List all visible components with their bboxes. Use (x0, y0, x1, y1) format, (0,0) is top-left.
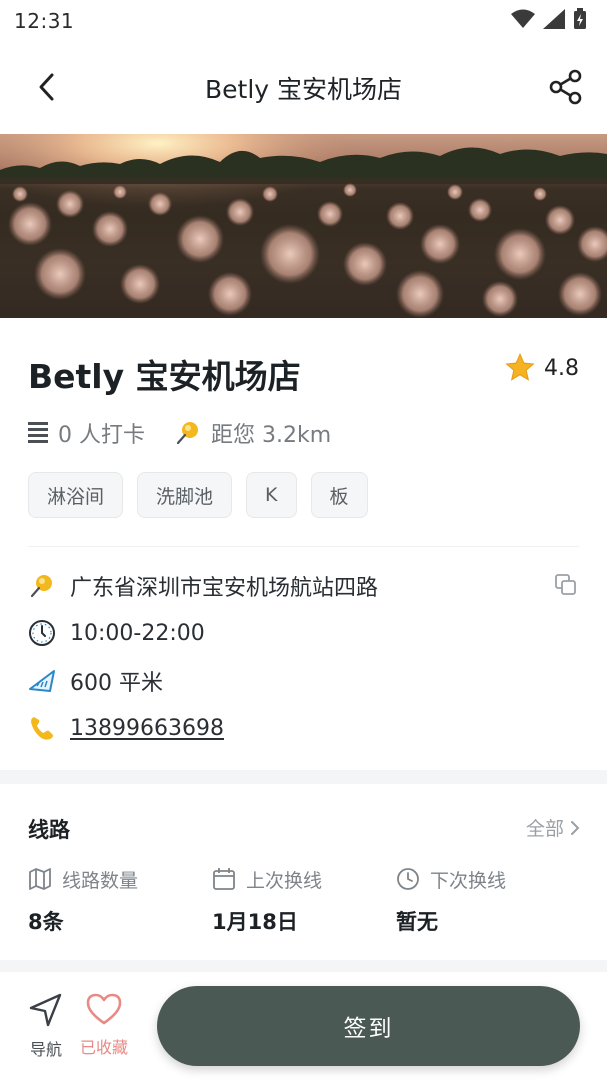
distance: 距您 3.2km (175, 417, 331, 449)
store-info-list: 广东省深圳市宝安机场航站四路 10:00-22:00 600 平米 138996… (28, 562, 580, 752)
route-all-label: 全部 (525, 818, 564, 840)
tag-foot-bath: 洗脚池 (137, 472, 233, 518)
stat-label: 线路数量 (62, 869, 139, 892)
route-section-header: 线路 全部 (28, 812, 580, 846)
nav-bar: Betly 宝安机场店 (0, 42, 607, 134)
stat-last-change: 上次换线 1月18日 (212, 864, 396, 936)
hours-row: 10:00-22:00 (28, 610, 580, 658)
checkin-button[interactable]: 签到 (157, 986, 580, 1066)
copy-address-button[interactable] (552, 571, 580, 599)
chevron-right-icon (571, 820, 580, 835)
route-title: 线路 (28, 818, 70, 842)
wifi-icon (511, 9, 535, 33)
rating-value: 4.8 (544, 355, 579, 381)
chevron-left-icon (39, 73, 54, 101)
phone-icon (28, 714, 56, 742)
heart-icon (86, 993, 122, 1025)
pin-icon (28, 572, 56, 600)
pin-icon (176, 422, 198, 445)
store-hero-image (0, 134, 607, 318)
hours-text: 10:00-22:00 (70, 620, 205, 646)
copy-icon (555, 574, 576, 595)
signal-icon (543, 9, 565, 33)
list-icon (28, 422, 48, 443)
stat-route-count: 线路数量 8条 (28, 864, 212, 936)
clock-icon (28, 619, 56, 647)
navigate-button[interactable]: 导航 (22, 992, 70, 1060)
section-divider (0, 960, 607, 972)
tag-shower: 淋浴间 (28, 472, 124, 518)
store-detail-page: 12:31 Betly 宝安机场店 Betly 宝安机场店 4.8 0 人打卡 … (0, 0, 607, 1080)
store-name: Betly 宝安机场店 (28, 357, 301, 396)
phone-number-link[interactable]: 13899663698 (70, 716, 224, 741)
navigation-arrow-icon (29, 993, 62, 1027)
share-icon (549, 69, 582, 105)
stat-label: 下次换线 (430, 869, 507, 892)
calendar-icon (213, 868, 235, 890)
address-row: 广东省深圳市宝安机场航站四路 (28, 562, 580, 610)
area-text: 600 平米 (70, 670, 163, 696)
phone-row[interactable]: 13899663698 (28, 705, 580, 753)
map-icon (29, 868, 51, 890)
checkin-count: 0 人打卡 (28, 417, 145, 449)
favorite-button[interactable]: 已收藏 (76, 992, 132, 1058)
share-button[interactable] (547, 68, 585, 106)
divider (28, 546, 579, 547)
stat-value: 暂无 (396, 910, 438, 934)
store-meta: 0 人打卡 距您 3.2km (28, 416, 361, 450)
tag-board: 板 (310, 472, 368, 518)
star-icon (505, 353, 535, 381)
battery-charging-icon (573, 8, 587, 34)
store-rating: 4.8 (504, 352, 579, 384)
tag-k: K (246, 472, 297, 518)
stat-value: 1月18日 (212, 910, 298, 934)
navigate-label: 导航 (29, 1040, 62, 1059)
route-all-link[interactable]: 全部 (526, 814, 580, 841)
area-row: 600 平米 (28, 657, 580, 705)
favorite-label: 已收藏 (79, 1038, 128, 1057)
route-stats: 线路数量 8条 上次换线 1月18日 下次换线 暂无 (28, 864, 588, 936)
clock-icon (397, 868, 419, 890)
section-divider (0, 770, 607, 784)
stat-value: 8条 (28, 910, 64, 934)
status-icons (511, 8, 587, 34)
status-time: 12:31 (14, 9, 75, 33)
address-text: 广东省深圳市宝安机场航站四路 (70, 575, 379, 601)
stat-label: 上次换线 (246, 869, 323, 892)
bottom-action-bar: 导航 已收藏 签到 (0, 972, 607, 1080)
ruler-icon (28, 667, 56, 695)
stat-next-change: 下次换线 暂无 (396, 864, 580, 936)
distance-text: 距您 3.2km (211, 423, 332, 448)
facility-tags: 淋浴间 洗脚池 K 板 (28, 472, 368, 518)
status-bar: 12:31 (0, 0, 607, 42)
page-title: Betly 宝安机场店 (204, 75, 403, 104)
back-button[interactable] (30, 70, 64, 104)
checkin-count-text: 0 人打卡 (58, 423, 145, 448)
